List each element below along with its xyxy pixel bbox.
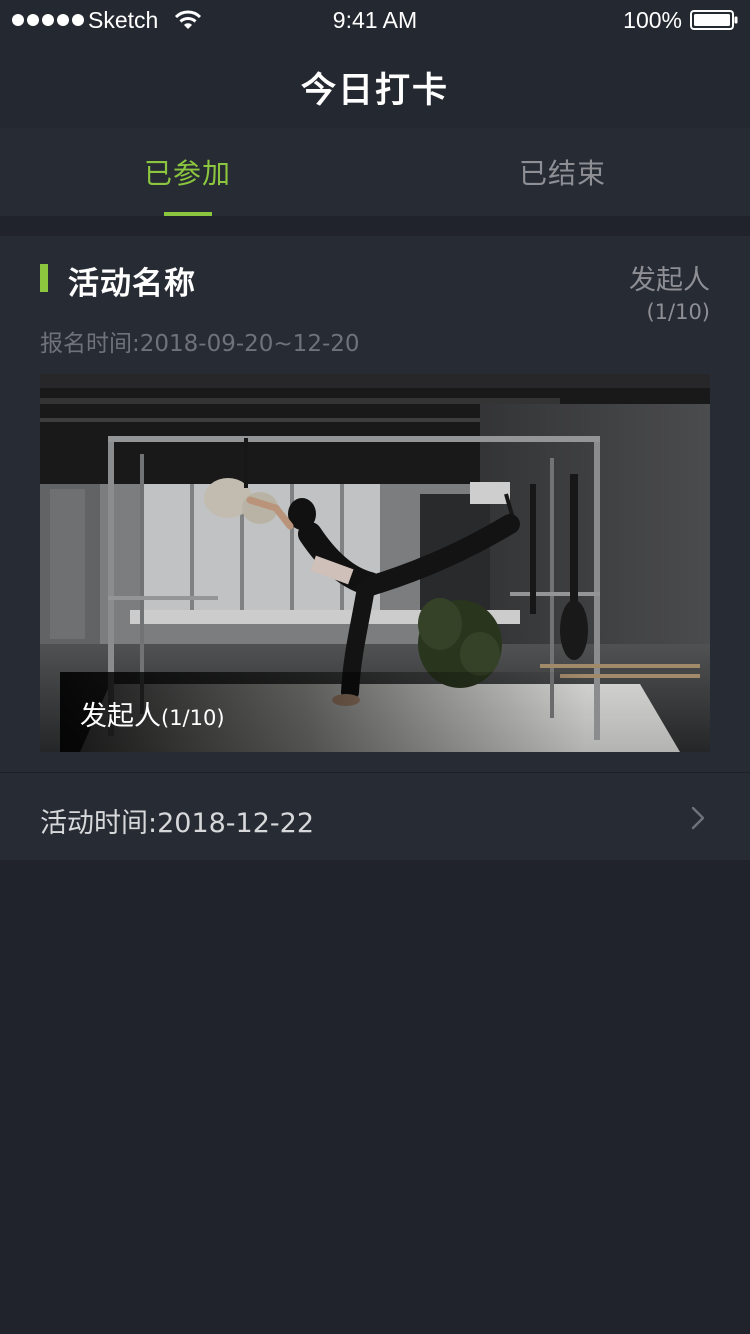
title-accent-bar <box>40 264 48 292</box>
activity-name: 活动名称 <box>68 266 196 302</box>
tab-joined-label: 已参加 <box>143 157 231 190</box>
battery-icon <box>690 10 738 30</box>
initiator-count: (1/10) <box>646 300 710 324</box>
nav-bar: 今日打卡 <box>0 40 750 128</box>
photo-caption-count: (1/10) <box>161 706 225 730</box>
activity-card[interactable]: 活动名称 发起人 (1/10) 报名时间:2018-09-20~12-20 发起… <box>0 236 750 860</box>
active-tab-indicator <box>164 212 212 216</box>
status-bar: Sketch 9:41 AM 100% <box>0 0 750 40</box>
activity-time: 活动时间:2018-12-22 <box>40 808 315 839</box>
initiator-label: 发起人 <box>629 265 710 296</box>
tab-joined[interactable]: 已参加 <box>0 128 375 216</box>
signup-time: 报名时间:2018-09-20~12-20 <box>40 331 360 357</box>
photo-caption-initiator: 发起人 <box>80 701 161 732</box>
tab-bar: 已参加 已结束 <box>0 128 750 216</box>
card-divider <box>0 772 750 773</box>
activity-photo[interactable]: 发起人(1/10) <box>40 374 710 752</box>
page-title: 今日打卡 <box>300 71 449 111</box>
chevron-right-icon[interactable] <box>690 804 706 832</box>
photo-caption: 发起人(1/10) <box>80 694 225 733</box>
battery-percent: 100% <box>623 7 682 33</box>
tab-ended[interactable]: 已结束 <box>375 128 750 216</box>
tab-ended-label: 已结束 <box>518 157 606 190</box>
